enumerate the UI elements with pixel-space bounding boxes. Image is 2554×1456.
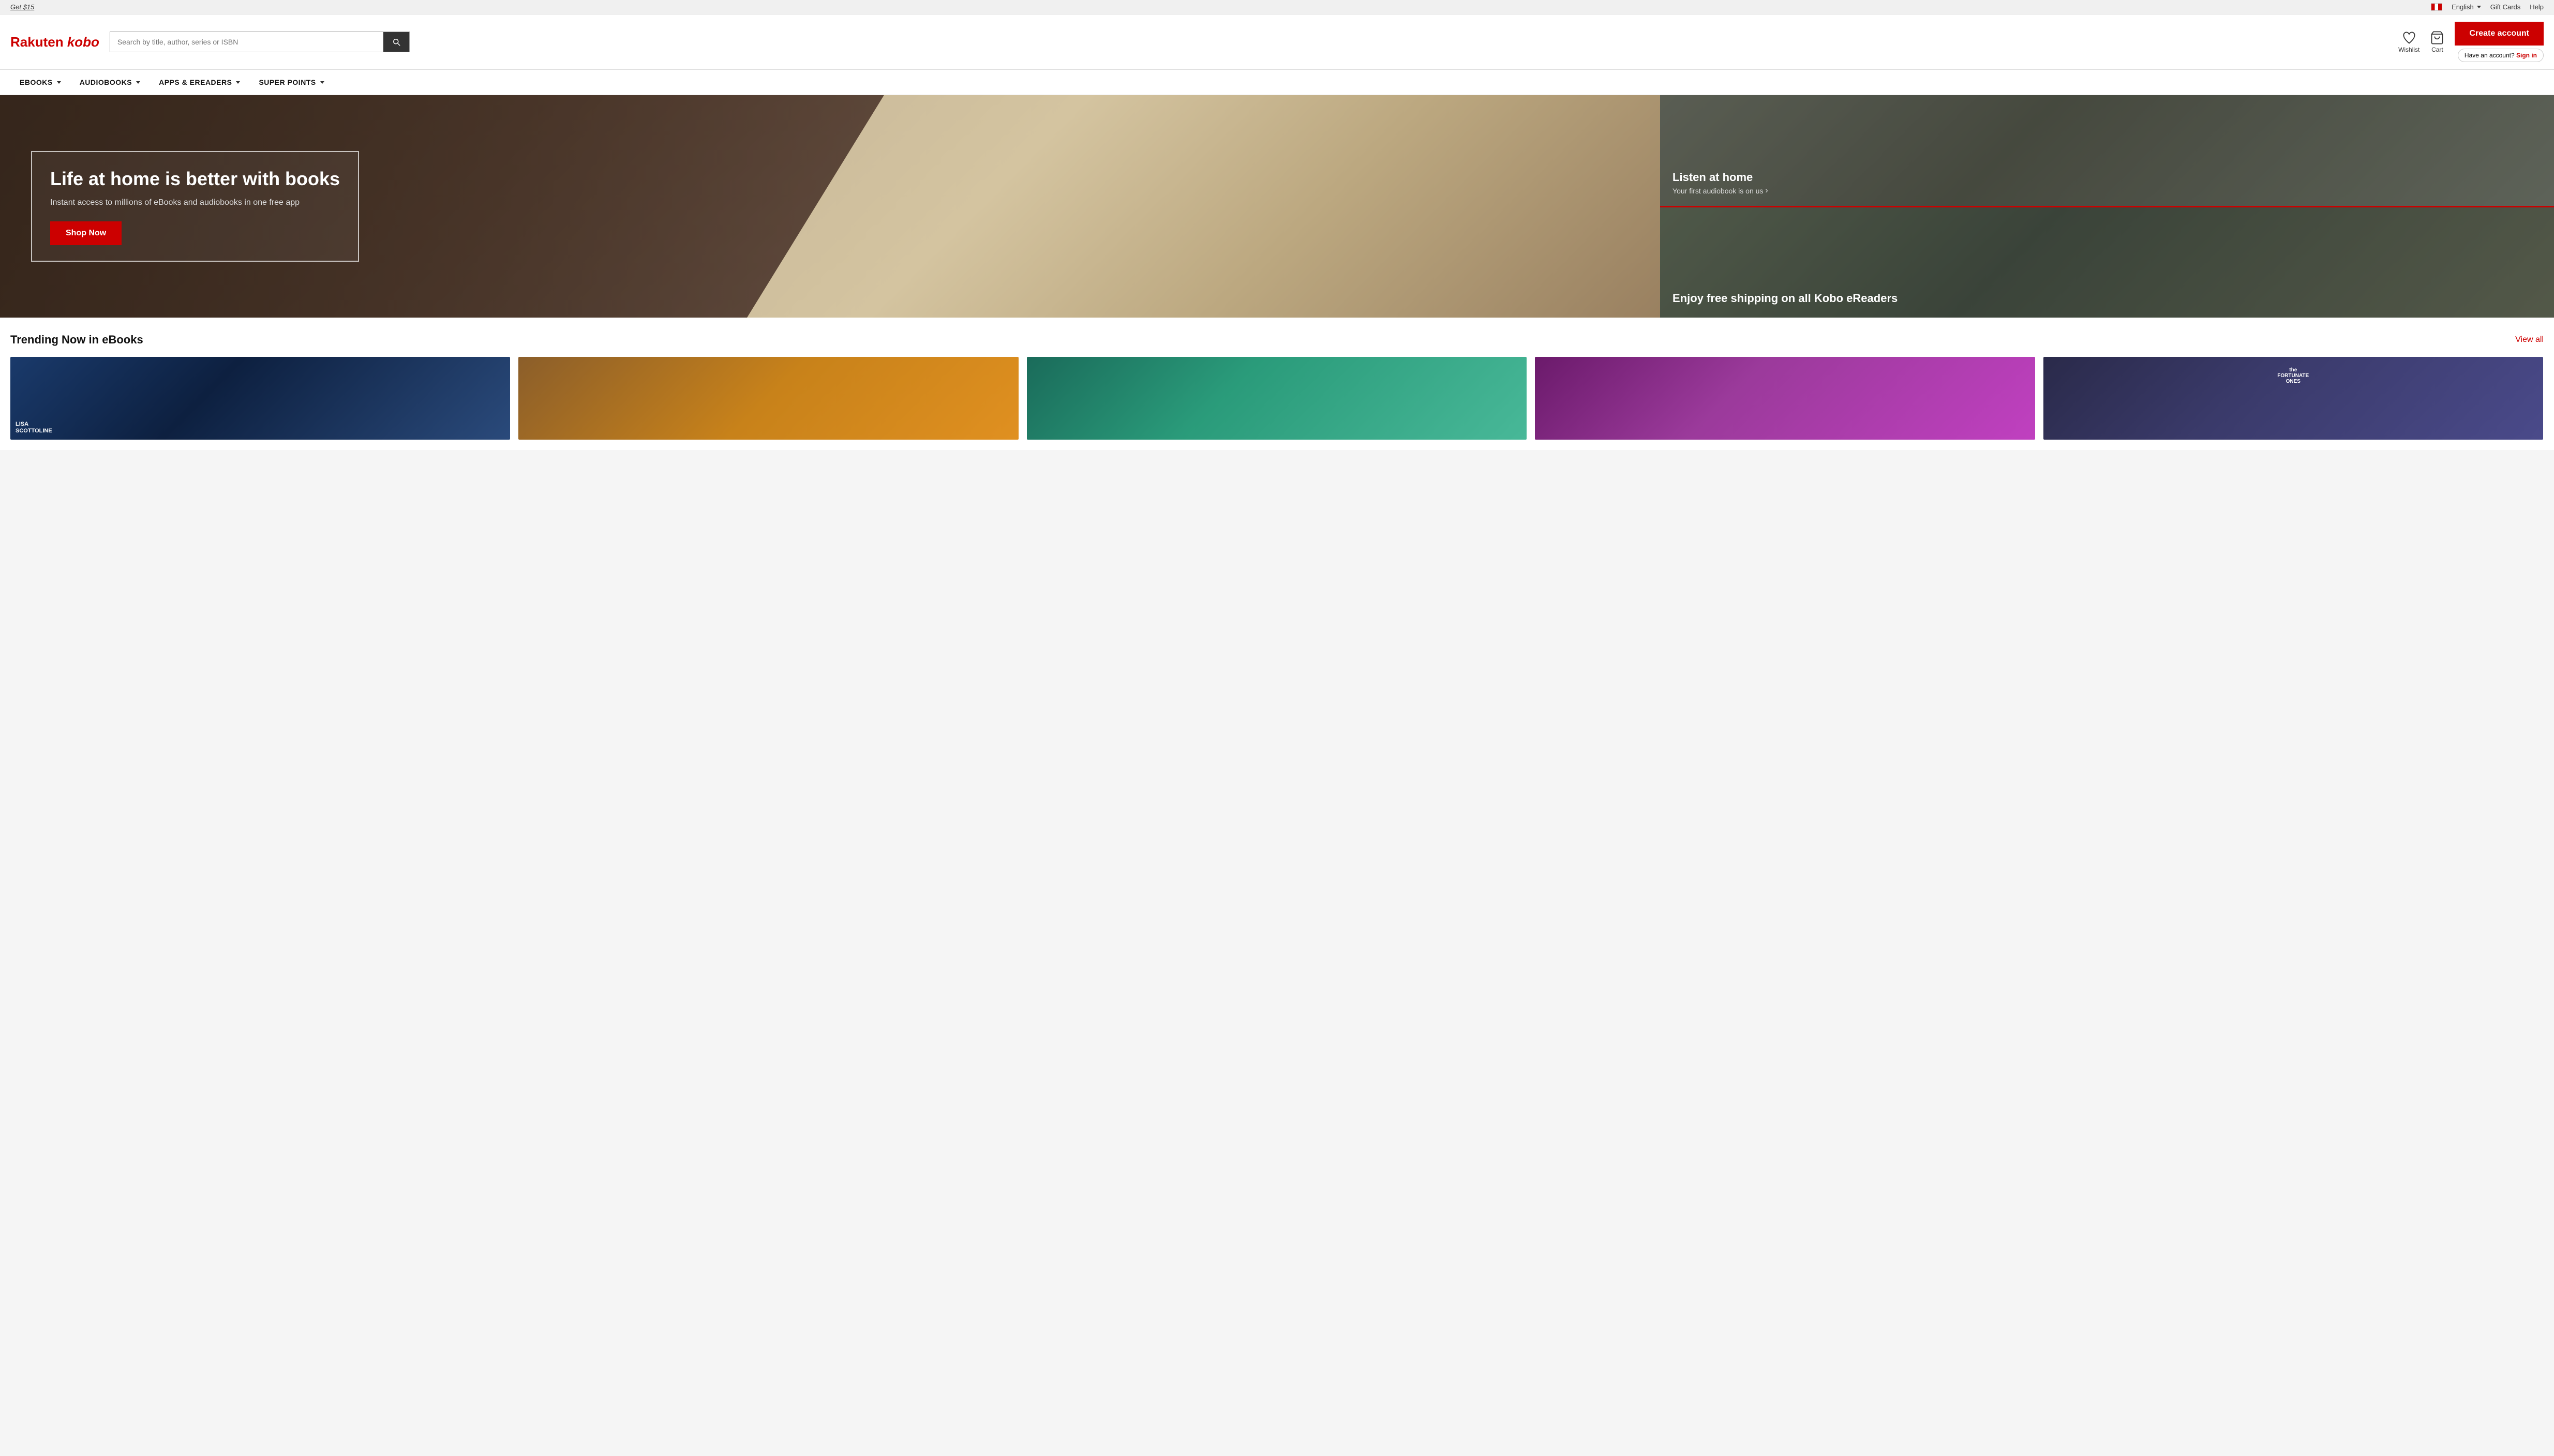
cart-label: Cart bbox=[2431, 46, 2443, 53]
nav-super-points-label: Super Points bbox=[259, 78, 316, 86]
create-account-button[interactable]: Create account bbox=[2455, 22, 2544, 46]
cart-button[interactable]: Cart bbox=[2430, 31, 2444, 53]
hero-subtitle: Instant access to millions of eBooks and… bbox=[50, 197, 340, 208]
nav-ebooks-label: eBooks bbox=[20, 78, 53, 86]
cart-icon bbox=[2430, 31, 2444, 45]
help-link[interactable]: Help bbox=[2530, 3, 2544, 11]
nav-item-ebooks[interactable]: eBooks bbox=[10, 70, 70, 95]
chevron-down-icon bbox=[136, 81, 140, 84]
nav-item-audiobooks[interactable]: Audiobooks bbox=[70, 70, 150, 95]
search-button[interactable] bbox=[383, 32, 409, 52]
header-actions: Wishlist Cart Create account Have an acc… bbox=[2398, 22, 2544, 62]
header: Rakuten kobo Wishlist Cart bbox=[0, 14, 2554, 70]
top-bar-left: Get $15 bbox=[10, 3, 2431, 11]
chevron-down-icon bbox=[2477, 6, 2481, 8]
sign-in-bubble: Have an account? Sign in bbox=[2458, 49, 2544, 62]
hero-panel-ereader[interactable]: Enjoy free shipping on all Kobo eReaders bbox=[1660, 207, 2554, 318]
chevron-down-icon bbox=[57, 81, 61, 84]
panel-ereader-content: Enjoy free shipping on all Kobo eReaders bbox=[1660, 281, 2554, 318]
book-cover-4[interactable] bbox=[1535, 357, 2035, 440]
hero-main-panel: Life at home is better with books Instan… bbox=[0, 95, 1660, 318]
hero-section: Life at home is better with books Instan… bbox=[0, 95, 2554, 318]
trending-section: Trending Now in eBooks View all LISASCOT… bbox=[0, 318, 2554, 450]
book-author-1: LISASCOTTOLINE bbox=[16, 421, 52, 434]
hero-reader-image bbox=[747, 95, 1660, 318]
book-cover-5[interactable]: theFORTUNATEONES bbox=[2043, 357, 2543, 440]
sign-in-link[interactable]: Sign in bbox=[2516, 52, 2537, 59]
promo-link[interactable]: Get $15 bbox=[10, 3, 34, 11]
language-label: English bbox=[2452, 3, 2474, 11]
logo-rakuten: Rakuten bbox=[10, 34, 64, 50]
have-account-text: Have an account? bbox=[2465, 52, 2515, 59]
nav-audiobooks-label: Audiobooks bbox=[80, 78, 132, 86]
account-group: Create account Have an account? Sign in bbox=[2455, 22, 2544, 62]
heart-icon bbox=[2402, 31, 2416, 45]
book-cover-2[interactable] bbox=[518, 357, 1018, 440]
panel-audiobook-content: Listen at home Your first audiobook is o… bbox=[1660, 160, 2554, 206]
language-selector[interactable]: English bbox=[2452, 3, 2481, 11]
hero-content: Life at home is better with books Instan… bbox=[0, 125, 390, 288]
top-bar: Get $15 English Gift Cards Help bbox=[0, 0, 2554, 14]
search-icon bbox=[392, 37, 401, 47]
book-cover-3[interactable] bbox=[1027, 357, 1527, 440]
canada-flag-icon bbox=[2431, 3, 2442, 11]
main-nav: eBooks Audiobooks Apps & eReaders Super … bbox=[0, 70, 2554, 95]
trending-header: Trending Now in eBooks View all bbox=[10, 333, 2544, 347]
nav-item-super-points[interactable]: Super Points bbox=[249, 70, 333, 95]
trending-title: Trending Now in eBooks bbox=[10, 333, 143, 347]
panel-ereader-title: Enjoy free shipping on all Kobo eReaders bbox=[1672, 292, 2542, 305]
book-cover-1[interactable]: LISASCOTTOLINE bbox=[10, 357, 510, 440]
logo[interactable]: Rakuten kobo bbox=[10, 34, 99, 50]
book-grid: LISASCOTTOLINE theFORTUNATEONES bbox=[10, 357, 2544, 440]
hero-title: Life at home is better with books bbox=[50, 168, 340, 190]
nav-item-apps-ereaders[interactable]: Apps & eReaders bbox=[150, 70, 249, 95]
logo-kobo: kobo bbox=[67, 34, 99, 50]
panel-arrow-icon: › bbox=[1765, 186, 1768, 196]
search-bar bbox=[110, 32, 410, 52]
hero-box: Life at home is better with books Instan… bbox=[31, 151, 359, 262]
chevron-down-icon bbox=[236, 81, 240, 84]
top-bar-right: English Gift Cards Help bbox=[2431, 3, 2544, 11]
shop-now-button[interactable]: Shop Now bbox=[50, 221, 122, 245]
wishlist-label: Wishlist bbox=[2398, 46, 2419, 53]
view-all-link[interactable]: View all bbox=[2515, 335, 2544, 344]
wishlist-button[interactable]: Wishlist bbox=[2398, 31, 2419, 53]
hero-right-panels: Listen at home Your first audiobook is o… bbox=[1660, 95, 2554, 318]
hero-panel-audiobook[interactable]: Listen at home Your first audiobook is o… bbox=[1660, 95, 2554, 207]
panel-audiobook-subtitle: Your first audiobook is on us › bbox=[1672, 186, 2542, 196]
search-input[interactable] bbox=[110, 32, 383, 52]
nav-apps-label: Apps & eReaders bbox=[159, 78, 232, 86]
panel-audiobook-title: Listen at home bbox=[1672, 171, 2542, 184]
book-title-5: theFORTUNATEONES bbox=[2043, 362, 2543, 389]
gift-cards-link[interactable]: Gift Cards bbox=[2490, 3, 2521, 11]
chevron-down-icon bbox=[320, 81, 324, 84]
